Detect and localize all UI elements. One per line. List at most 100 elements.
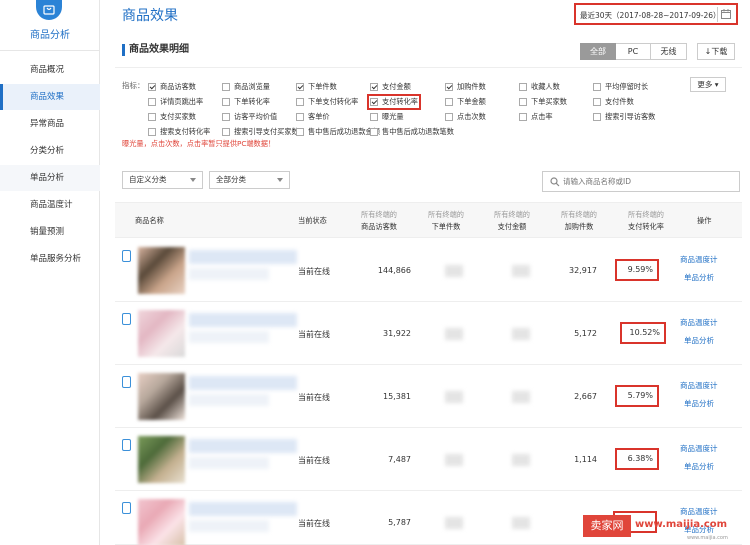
product-thumbnail[interactable] (138, 373, 185, 420)
metric-checkbox[interactable]: 平均停留时长 (593, 82, 648, 92)
metric-label: 客单价 (308, 112, 330, 121)
checkbox-icon[interactable] (370, 113, 378, 121)
watermark-sub: www.maijia.com (687, 535, 728, 541)
product-name[interactable] (189, 502, 297, 516)
tab-pc[interactable]: PC (616, 43, 651, 60)
metric-checkbox[interactable]: 商品浏览量 (222, 82, 270, 92)
metric-checkbox[interactable]: 详情页跳出率 (148, 97, 203, 107)
product-name[interactable] (189, 313, 297, 327)
checkbox-icon[interactable] (222, 83, 230, 91)
sidebar-item-effect[interactable]: 商品效果 (0, 84, 100, 110)
metric-checkbox[interactable]: 支付金额 (370, 82, 411, 92)
divider (115, 67, 742, 68)
checkbox-icon[interactable] (370, 83, 378, 91)
date-range-picker[interactable]: 最近30天（2017-08-28~2017-09-26） (574, 3, 738, 25)
checkbox-icon[interactable] (148, 113, 156, 121)
product-name[interactable] (189, 250, 297, 264)
checkbox-icon[interactable] (370, 98, 378, 106)
product-meta (189, 394, 269, 406)
product-name[interactable] (189, 376, 297, 390)
single-analysis-link[interactable]: 单品分析 (684, 335, 714, 346)
checkbox-icon[interactable] (148, 128, 156, 136)
metric-checkbox[interactable]: 访客平均价值 (222, 112, 277, 122)
metric-checkbox[interactable]: 支付转化率 (367, 94, 421, 110)
checkbox-icon[interactable] (593, 83, 601, 91)
panel-title: 商品效果明细 (122, 44, 189, 56)
checkbox-icon[interactable] (222, 113, 230, 121)
checkbox-icon[interactable] (148, 98, 156, 106)
metric-checkbox[interactable]: 下单转化率 (222, 97, 270, 107)
metric-label: 下单转化率 (234, 97, 270, 106)
search-input[interactable] (563, 175, 733, 188)
metric-checkbox[interactable]: 下单买家数 (519, 97, 567, 107)
more-button[interactable]: 更多 ▾ (690, 77, 726, 92)
metric-checkbox[interactable]: 曝光量 (370, 112, 404, 122)
calendar-icon[interactable] (717, 7, 733, 22)
metric-checkbox[interactable]: 客单价 (296, 112, 330, 122)
sidebar-item-overview[interactable]: 商品概况 (0, 57, 100, 83)
visitors-value: 31,922 (383, 329, 411, 338)
checkbox-icon[interactable] (593, 113, 601, 121)
checkbox-icon[interactable] (519, 83, 527, 91)
tab-all[interactable]: 全部 (580, 43, 616, 60)
checkbox-icon[interactable] (296, 98, 304, 106)
sidebar-item-thermometer[interactable]: 商品温度计 (0, 192, 100, 218)
metric-checkbox[interactable]: 下单件数 (296, 82, 337, 92)
checkbox-icon[interactable] (222, 128, 230, 136)
metric-checkbox[interactable]: 搜索引导支付买家数 (222, 127, 299, 137)
orders-value (445, 517, 463, 529)
checkbox-icon[interactable] (296, 128, 304, 136)
metric-label: 点击率 (531, 112, 553, 121)
tab-wireless[interactable]: 无线 (651, 43, 687, 60)
sidebar-item-abnormal[interactable]: 异常商品 (0, 111, 100, 137)
mobile-icon (122, 439, 131, 451)
checkbox-icon[interactable] (296, 113, 304, 121)
metric-checkbox[interactable]: 售中售后成功退款金额 (296, 127, 380, 137)
metric-checkbox[interactable]: 点击次数 (445, 112, 486, 122)
sidebar-item-forecast[interactable]: 销量预测 (0, 219, 100, 245)
sidebar-item-category[interactable]: 分类分析 (0, 138, 100, 164)
product-thumbnail[interactable] (138, 247, 185, 294)
checkbox-icon[interactable] (370, 128, 378, 136)
checkbox-icon[interactable] (519, 98, 527, 106)
metric-checkbox[interactable]: 搜索支付转化率 (148, 127, 210, 137)
metric-checkbox[interactable]: 搜索引导访客数 (593, 112, 655, 122)
checkbox-icon[interactable] (222, 98, 230, 106)
visitors-value: 7,487 (388, 455, 411, 464)
checkbox-icon[interactable] (445, 113, 453, 121)
checkbox-icon[interactable] (296, 83, 304, 91)
product-thumbnail[interactable] (138, 436, 185, 483)
cart-value: 32,917 (569, 266, 597, 275)
metric-checkbox[interactable]: 支付买家数 (148, 112, 196, 122)
sidebar-item-single[interactable]: 单品分析 (0, 165, 100, 191)
product-thumbnail[interactable] (138, 499, 185, 545)
metric-checkbox[interactable]: 商品访客数 (148, 82, 196, 92)
custom-category-select[interactable]: 自定义分类 (122, 171, 203, 189)
checkbox-icon[interactable] (148, 83, 156, 91)
single-analysis-link[interactable]: 单品分析 (684, 461, 714, 472)
download-button[interactable]: ↓下载 (697, 43, 735, 60)
single-analysis-link[interactable]: 单品分析 (684, 398, 714, 409)
metric-checkbox[interactable]: 点击率 (519, 112, 553, 122)
checkbox-icon[interactable] (593, 98, 601, 106)
sidebar-item-service[interactable]: 单品服务分析 (0, 246, 100, 272)
thermometer-link[interactable]: 商品温度计 (680, 380, 718, 391)
product-thumbnail[interactable] (138, 310, 185, 357)
metric-checkbox[interactable]: 售中售后成功退款笔数 (370, 127, 454, 137)
single-analysis-link[interactable]: 单品分析 (684, 272, 714, 283)
metric-label: 加购件数 (457, 82, 486, 91)
thermometer-link[interactable]: 商品温度计 (680, 317, 718, 328)
thermometer-link[interactable]: 商品温度计 (680, 254, 718, 265)
metric-checkbox[interactable]: 下单支付转化率 (296, 97, 358, 107)
metric-checkbox[interactable]: 支付件数 (593, 97, 634, 107)
sidebar-divider (0, 50, 100, 51)
metric-checkbox[interactable]: 收藏人数 (519, 82, 560, 92)
all-category-select[interactable]: 全部分类 (209, 171, 290, 189)
product-name[interactable] (189, 439, 297, 453)
checkbox-icon[interactable] (445, 83, 453, 91)
thermometer-link[interactable]: 商品温度计 (680, 443, 718, 454)
checkbox-icon[interactable] (445, 98, 453, 106)
checkbox-icon[interactable] (519, 113, 527, 121)
metric-checkbox[interactable]: 下单金额 (445, 97, 486, 107)
metric-checkbox[interactable]: 加购件数 (445, 82, 486, 92)
